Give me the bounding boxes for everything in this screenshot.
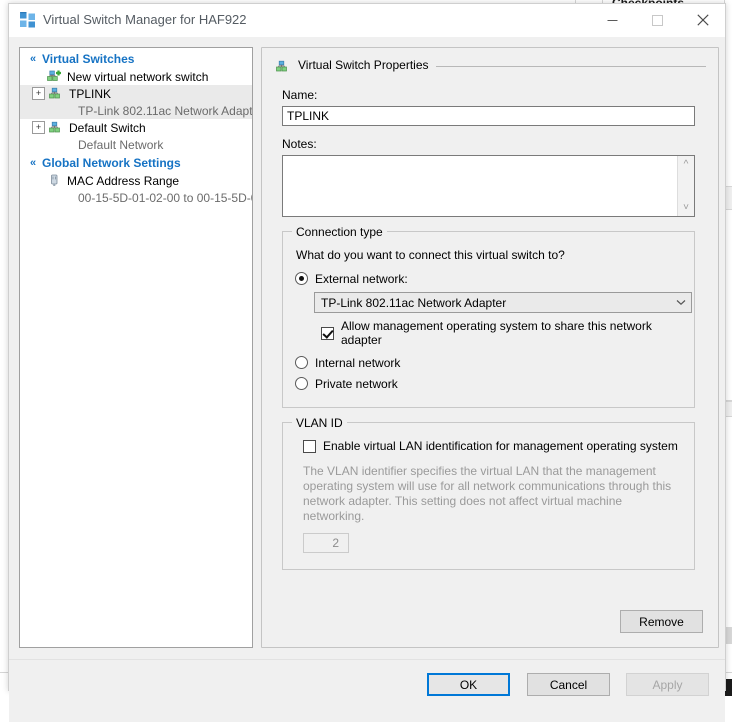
dropdown-selected-value: TP-Link 802.11ac Network Adapter: [321, 296, 506, 310]
allow-management-os-share-checkbox[interactable]: Allow management operating system to sha…: [321, 319, 682, 347]
virtual-switch-icon: [19, 11, 37, 29]
mac-range-icon: [47, 174, 62, 187]
maximize-button[interactable]: [635, 4, 680, 36]
ok-button[interactable]: OK: [427, 673, 510, 696]
title-bar: Virtual Switch Manager for HAF922: [9, 4, 725, 37]
tree-item-label: TPLINK: [69, 87, 111, 101]
chevron-down-icon: [671, 293, 691, 312]
close-icon: [697, 14, 709, 26]
checkbox-label: Allow management operating system to sha…: [341, 319, 682, 347]
remove-button[interactable]: Remove: [620, 610, 703, 633]
tree-group-virtual-switches[interactable]: « Virtual Switches: [20, 50, 252, 68]
expander-placeholder: [32, 71, 43, 82]
pane-title: Virtual Switch Properties: [298, 58, 436, 72]
tree-item-mac-range-subtitle: 00-15-5D-01-02-00 to 00-15-5D-0...: [20, 189, 252, 206]
notes-field-wrapper: ^ ˅: [282, 155, 695, 217]
name-label: Name:: [282, 88, 718, 102]
tree-group-label: Virtual Switches: [42, 52, 134, 66]
expander-placeholder: [32, 175, 43, 186]
radio-label: Internal network: [315, 356, 400, 370]
virtual-switch-properties-pane: Virtual Switch Properties Name: Notes: ^…: [261, 47, 719, 648]
radio-internal-network[interactable]: Internal network: [295, 353, 682, 372]
chevron-up-icon: «: [26, 53, 40, 65]
notes-scrollbar[interactable]: ^ ˅: [677, 156, 694, 216]
minimize-icon: [607, 15, 618, 26]
switch-icon: [49, 121, 64, 134]
close-button[interactable]: [680, 4, 725, 36]
tree-item-tplink-subtitle: TP-Link 802.11ac Network Adapter: [20, 102, 252, 119]
tree-item-default-switch-subtitle: Default Network: [20, 136, 252, 153]
connection-type-group: Connection type What do you want to conn…: [282, 231, 695, 408]
radio-indicator: [295, 377, 308, 390]
tree-item-label: Default Switch: [69, 121, 146, 135]
switch-name-input[interactable]: [282, 106, 695, 126]
tree-item-label: MAC Address Range: [67, 174, 179, 188]
expand-toggle[interactable]: +: [32, 121, 45, 134]
network-adapter-dropdown[interactable]: TP-Link 802.11ac Network Adapter: [314, 292, 692, 313]
tree-group-global-network-settings[interactable]: « Global Network Settings: [20, 154, 252, 172]
tree-item-sublabel: TP-Link 802.11ac Network Adapter: [78, 104, 253, 118]
pane-header: Virtual Switch Properties: [274, 57, 706, 77]
dialog-footer: OK Cancel Apply: [9, 659, 725, 722]
cancel-button[interactable]: Cancel: [527, 673, 610, 696]
new-switch-icon: [47, 70, 62, 83]
checkbox-indicator: [303, 440, 316, 453]
apply-button[interactable]: Apply: [626, 673, 709, 696]
virtual-switch-manager-dialog: Virtual Switch Manager for HAF922: [8, 3, 726, 691]
notes-textarea[interactable]: [283, 156, 679, 216]
radio-private-network[interactable]: Private network: [295, 374, 682, 393]
notes-label: Notes:: [282, 137, 718, 151]
tree-item-new-virtual-network-switch[interactable]: New virtual network switch: [20, 68, 252, 85]
vlan-id-title: VLAN ID: [292, 416, 347, 430]
minimize-button[interactable]: [590, 4, 635, 36]
scroll-down-icon[interactable]: ˅: [678, 200, 694, 215]
tree-item-tplink[interactable]: + TPLINK: [20, 85, 252, 102]
tree-item-default-switch[interactable]: + Default Swi: [20, 119, 252, 136]
radio-indicator: [295, 272, 308, 285]
window-title: Virtual Switch Manager for HAF922: [43, 12, 247, 27]
radio-external-network[interactable]: External network:: [295, 269, 682, 288]
switch-icon: [49, 87, 64, 100]
radio-label: Private network: [315, 377, 398, 391]
tree-item-sublabel: Default Network: [78, 138, 163, 152]
maximize-icon: [652, 15, 663, 26]
connection-type-question: What do you want to connect this virtual…: [296, 248, 682, 262]
radio-label: External network:: [315, 272, 408, 286]
tree-group-label: Global Network Settings: [42, 156, 181, 170]
tree-item-mac-address-range[interactable]: MAC Address Range: [20, 172, 252, 189]
tree-item-label: New virtual network switch: [67, 70, 208, 84]
connection-type-title: Connection type: [292, 225, 387, 239]
virtual-switches-tree[interactable]: « Virtual Switches: [19, 47, 253, 648]
tree-item-sublabel: 00-15-5D-01-02-00 to 00-15-5D-0...: [78, 191, 253, 205]
vlan-description: The VLAN identifier specifies the virtua…: [303, 464, 680, 524]
expand-toggle[interactable]: +: [32, 87, 45, 100]
window-controls: [590, 4, 725, 36]
vlan-id-group: VLAN ID Enable virtual LAN identificatio…: [282, 422, 695, 570]
checkbox-indicator: [321, 327, 334, 340]
radio-indicator: [295, 356, 308, 369]
scroll-up-icon[interactable]: ^: [678, 157, 694, 172]
switch-icon: [276, 60, 291, 73]
checkbox-label: Enable virtual LAN identification for ma…: [323, 439, 678, 453]
vlan-id-input[interactable]: 2: [303, 533, 349, 553]
chevron-up-icon: «: [26, 157, 40, 169]
dialog-body: « Virtual Switches: [9, 37, 725, 659]
enable-vlan-checkbox[interactable]: Enable virtual LAN identification for ma…: [303, 439, 682, 453]
